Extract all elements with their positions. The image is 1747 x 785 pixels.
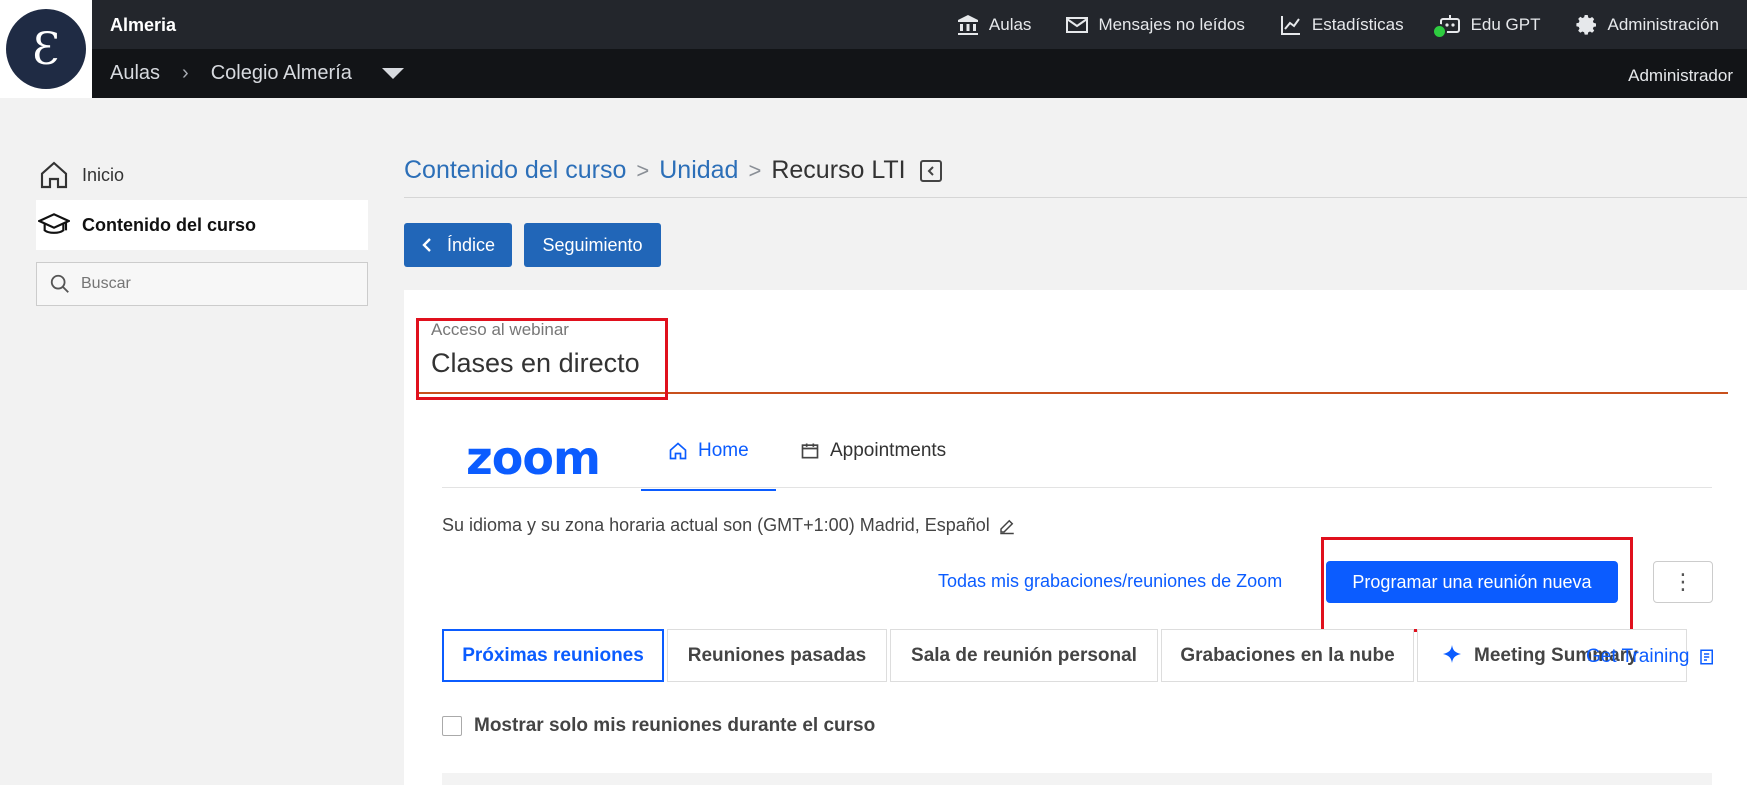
only-my-meetings-label: Mostrar solo mis reuniones durante el cu… (474, 715, 876, 736)
breadcrumb-current: Recurso LTI (771, 156, 906, 184)
tab-home-label: Home (698, 440, 749, 461)
highlight-box-schedule (1321, 537, 1633, 632)
user-name[interactable]: Administrador (1628, 66, 1733, 86)
breadcrumb-divider (404, 197, 1747, 198)
sparkle-icon (1443, 644, 1461, 663)
sidebar-item-inicio[interactable]: Inicio (36, 150, 368, 200)
top-nav: Aulas Mensajes no leídos Estadísticas Ed… (956, 13, 1720, 39)
envelope-icon (1066, 17, 1089, 33)
tab-cloud-recordings[interactable]: Grabaciones en la nube (1161, 629, 1414, 682)
sidebar-item-label: Contenido del curso (82, 214, 257, 235)
get-training-label: Get Training (1586, 646, 1690, 667)
tab-home[interactable]: Home (668, 440, 749, 462)
sidebar: Inicio Contenido del curso (36, 150, 368, 306)
top-header: Ɛ Almeria Aulas › Colegio Almería Aulas … (0, 0, 1747, 98)
collapse-panel-icon[interactable] (919, 159, 942, 182)
content-breadcrumb: Contenido del curso > Unidad > Recurso L… (404, 156, 942, 185)
nav-mensajes-label: Mensajes no leídos (1098, 15, 1245, 34)
caret-down-icon[interactable] (381, 68, 404, 79)
breadcrumb-contenido[interactable]: Contenido del curso (404, 156, 626, 185)
nav-edu-gpt[interactable]: Edu GPT (1431, 13, 1541, 39)
nav-edu-gpt-label: Edu GPT (1470, 15, 1541, 34)
get-training-link[interactable]: Get Training (1586, 646, 1716, 668)
index-button[interactable]: Índice (404, 223, 512, 267)
content-card: Acceso al webinar Clases en directo zoom… (404, 290, 1747, 785)
breadcrumb-separator: > (636, 157, 650, 183)
meetings-list-header (442, 773, 1712, 785)
home-icon (669, 442, 687, 460)
nav-aulas[interactable]: Aulas (956, 13, 1032, 37)
logo[interactable]: Ɛ (0, 0, 92, 98)
tab-home-indicator (641, 489, 776, 491)
search-input[interactable] (81, 275, 341, 293)
breadcrumb-aulas[interactable]: Aulas (110, 62, 160, 85)
more-options-button[interactable]: ⋮ (1653, 561, 1713, 603)
nav-administracion[interactable]: Administración (1575, 13, 1720, 37)
nav-aulas-label: Aulas (988, 15, 1032, 34)
chevron-right-icon: › (182, 62, 189, 84)
only-my-meetings-row: Mostrar solo mis reuniones durante el cu… (442, 715, 875, 737)
breadcrumb-separator: > (748, 157, 762, 183)
tab-appointments-label: Appointments (830, 440, 947, 461)
highlight-box-title (416, 318, 668, 400)
document-icon (1699, 649, 1713, 665)
online-status-dot (1431, 24, 1447, 39)
calendar-icon (801, 443, 819, 459)
recordings-link[interactable]: Todas mis grabaciones/reuniones de Zoom (938, 571, 1282, 592)
index-button-label: Índice (446, 234, 496, 255)
tab-past[interactable]: Reuniones pasadas (667, 629, 887, 682)
chart-line-icon (1280, 16, 1300, 35)
nav-estadisticas[interactable]: Estadísticas (1279, 13, 1404, 37)
gear-icon (1575, 15, 1596, 35)
only-my-meetings-checkbox[interactable] (442, 716, 462, 736)
search-icon (50, 274, 69, 293)
home-icon (40, 161, 68, 189)
tab-personal-room[interactable]: Sala de reunión personal (890, 629, 1158, 682)
tab-appointments[interactable]: Appointments (800, 440, 946, 462)
breadcrumb-colegio[interactable]: Colegio Almería (211, 62, 352, 85)
sidebar-search (36, 262, 368, 306)
tab-upcoming[interactable]: Próximas reuniones (442, 629, 664, 682)
nav-estadisticas-label: Estadísticas (1311, 15, 1404, 34)
sidebar-item-label: Inicio (82, 164, 125, 185)
zoom-logo: zoom (466, 431, 601, 485)
breadcrumb-unidad[interactable]: Unidad (659, 156, 738, 185)
graduation-cap-icon (38, 213, 70, 234)
meeting-tabs: Próximas reuniones Reuniones pasadas Sal… (442, 629, 1687, 682)
nav-administracion-label: Administración (1607, 15, 1720, 34)
timezone-text: Su idioma y su zona horaria actual son (… (442, 515, 990, 535)
zoom-tabs-divider (442, 487, 1712, 488)
site-name: Almeria (110, 15, 177, 35)
header-breadcrumb: Aulas › Colegio Almería (110, 62, 404, 85)
logo-mark-icon: Ɛ (6, 9, 86, 89)
sidebar-item-contenido[interactable]: Contenido del curso (36, 200, 368, 250)
nav-mensajes[interactable]: Mensajes no leídos (1065, 13, 1245, 37)
pencil-icon[interactable] (998, 517, 1016, 535)
timezone-info: Su idioma y su zona horaria actual son (… (442, 515, 1016, 536)
bank-icon (957, 15, 978, 35)
tracking-button[interactable]: Seguimiento (524, 223, 661, 267)
chevron-left-icon (422, 238, 431, 252)
